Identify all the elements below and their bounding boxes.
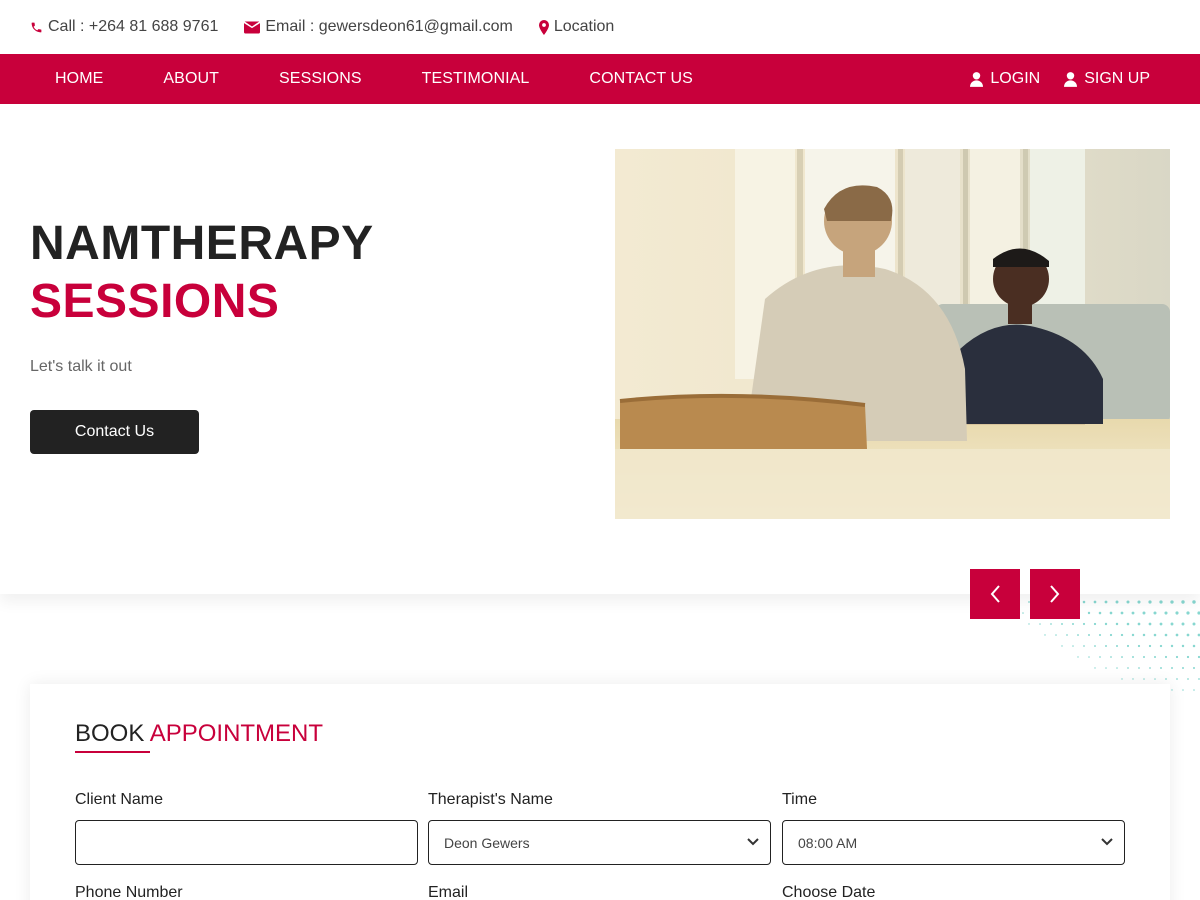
main-nav: HOME ABOUT SESSIONS TESTIMONIAL CONTACT … xyxy=(0,54,1200,104)
time-select[interactable]: 08:00 AM xyxy=(782,820,1125,865)
carousel-prev-button[interactable] xyxy=(970,569,1020,619)
login-link[interactable]: LOGIN xyxy=(970,70,1040,88)
nav-home[interactable]: HOME xyxy=(55,70,103,88)
therapist-selected-value: Deon Gewers xyxy=(444,834,530,851)
phone-icon xyxy=(31,22,42,32)
carousel-next-button[interactable] xyxy=(1030,569,1080,619)
therapy-session-photo xyxy=(615,149,1170,519)
title-underline xyxy=(75,751,150,753)
email-label: Email xyxy=(428,884,469,900)
nav-sessions[interactable]: SESSIONS xyxy=(279,70,362,88)
call-info[interactable]: Call : +264 81 688 9761 xyxy=(30,18,218,36)
hero-image xyxy=(615,149,1170,519)
time-label: Time xyxy=(782,791,817,808)
book-appointment-card: BOOK APPOINTMENT Client Name Therapist's… xyxy=(30,684,1170,900)
choose-date-label: Choose Date xyxy=(782,884,876,900)
client-name-field[interactable] xyxy=(75,820,418,865)
user-icon xyxy=(970,71,984,87)
chevron-down-icon xyxy=(1101,838,1113,846)
phone-number-label: Phone Number xyxy=(75,884,183,900)
therapist-name-label: Therapist's Name xyxy=(428,791,553,808)
title-word-book: BOOK xyxy=(75,720,145,747)
location-text: Location xyxy=(553,18,615,35)
map-marker-icon xyxy=(538,19,549,35)
hero-section: NAMTHERAPY SESSIONS Let's talk it out Co… xyxy=(0,104,1200,594)
signup-label: SIGN UP xyxy=(1084,70,1150,87)
call-text: Call : +264 81 688 9761 xyxy=(48,18,219,35)
contact-us-button[interactable]: Contact Us xyxy=(30,410,199,454)
location-info[interactable]: Location xyxy=(538,18,615,36)
time-selected-value: 08:00 AM xyxy=(798,834,858,851)
email-text: Email : gewersdeon61@gmail.com xyxy=(265,18,513,35)
login-label: LOGIN xyxy=(990,70,1041,87)
chevron-left-icon xyxy=(990,585,1000,603)
nav-testimonial[interactable]: TESTIMONIAL xyxy=(422,70,530,88)
chevron-right-icon xyxy=(1050,585,1060,603)
client-name-input[interactable] xyxy=(91,834,417,851)
email-info[interactable]: Email : gewersdeon61@gmail.com xyxy=(244,18,513,36)
user-icon xyxy=(1064,71,1078,87)
nav-about[interactable]: ABOUT xyxy=(163,70,219,88)
book-appointment-title: BOOK APPOINTMENT xyxy=(75,720,323,748)
chevron-down-icon xyxy=(747,838,759,846)
contact-bar: Call : +264 81 688 9761 Email : gewersde… xyxy=(0,0,1200,54)
nav-contact-us[interactable]: CONTACT US xyxy=(589,70,693,88)
signup-link[interactable]: SIGN UP xyxy=(1064,70,1150,88)
title-word-appointment: APPOINTMENT xyxy=(149,720,324,747)
hero-title: NAMTHERAPY xyxy=(30,217,374,270)
envelope-icon xyxy=(244,21,261,33)
hero-title-accent: SESSIONS xyxy=(30,275,280,328)
hero-subtitle: Let's talk it out xyxy=(30,358,132,375)
therapist-select[interactable]: Deon Gewers xyxy=(428,820,771,865)
client-name-label: Client Name xyxy=(75,791,164,808)
